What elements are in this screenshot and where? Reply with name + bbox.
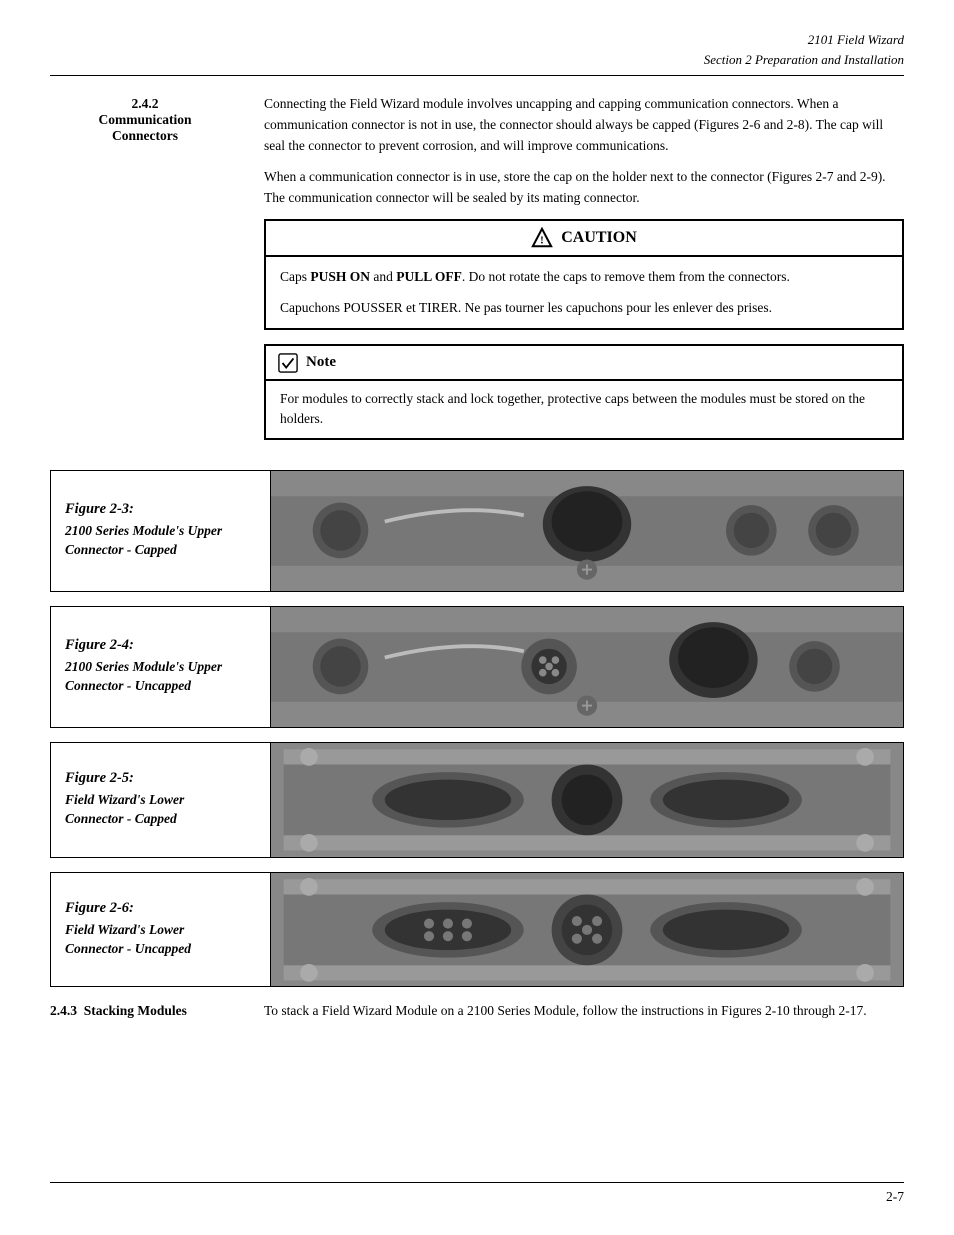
page-number: 2-7 <box>886 1189 904 1205</box>
note-box: Note For modules to correctly stack and … <box>264 344 904 440</box>
header-line2: Section 2 Preparation and Installation <box>50 50 904 70</box>
caution-text1: Caps PUSH ON and PULL OFF. Do not rotate… <box>280 267 888 287</box>
figure-2-3-label: Figure 2-3: 2100 Series Module's UpperCo… <box>51 471 271 591</box>
section-number: 2.4.2 <box>50 96 240 112</box>
paragraph2: When a communication connector is in use… <box>264 167 904 209</box>
stacking-label: 2.4.3 Stacking Modules <box>50 1001 240 1022</box>
pull-off-text: PULL OFF <box>396 269 462 284</box>
paragraph1: Connecting the Field Wizard module invol… <box>264 94 904 157</box>
caution-text2: Capuchons POUSSER et TIRER. Ne pas tourn… <box>280 298 888 318</box>
stacking-number: 2.4.3 <box>50 1003 84 1018</box>
figure-2-3-image <box>271 471 903 591</box>
figures-section: Figure 2-3: 2100 Series Module's UpperCo… <box>50 470 904 988</box>
section-243: 2.4.3 Stacking Modules To stack a Field … <box>50 1001 904 1022</box>
figure-2-6-subtitle: Field Wizard's LowerConnector - Uncapped <box>65 921 256 959</box>
page: 2101 Field Wizard Section 2 Preparation … <box>0 0 954 1235</box>
figure-2-5-label: Figure 2-5: Field Wizard's LowerConnecto… <box>51 743 271 857</box>
figure-2-5-title: Figure 2-5: <box>65 770 256 787</box>
note-header: Note <box>266 346 902 381</box>
header-line1: 2101 Field Wizard <box>50 30 904 50</box>
svg-text:!: ! <box>540 235 544 247</box>
figure-2-4-title: Figure 2-4: <box>65 637 256 654</box>
figure-row-2-6: Figure 2-6: Field Wizard's LowerConnecto… <box>50 872 904 988</box>
page-footer: 2-7 <box>50 1182 904 1205</box>
figure-2-4-label: Figure 2-4: 2100 Series Module's UpperCo… <box>51 607 271 727</box>
caution-header: ! CAUTION <box>266 221 902 258</box>
caution-label: CAUTION <box>561 226 637 251</box>
figure-2-3-subtitle: 2100 Series Module's UpperConnector - Ca… <box>65 522 256 560</box>
section-label: 2.4.2 CommunicationConnectors <box>50 94 240 458</box>
figure-2-3-title: Figure 2-3: <box>65 501 256 518</box>
figure-2-6-label: Figure 2-6: Field Wizard's LowerConnecto… <box>51 873 271 987</box>
figure-row-2-3: Figure 2-3: 2100 Series Module's UpperCo… <box>50 470 904 592</box>
figure-2-4-subtitle: 2100 Series Module's UpperConnector - Un… <box>65 658 256 696</box>
note-text: For modules to correctly stack and lock … <box>280 391 865 426</box>
note-check-icon <box>278 353 298 373</box>
figure-2-6-title: Figure 2-6: <box>65 900 256 917</box>
section-242: 2.4.2 CommunicationConnectors Connecting… <box>50 94 904 458</box>
stacking-text: To stack a Field Wizard Module on a 2100… <box>264 1003 867 1018</box>
section-content: Connecting the Field Wizard module invol… <box>264 94 904 458</box>
stacking-title: Stacking Modules <box>84 1003 187 1018</box>
note-label: Note <box>306 351 336 374</box>
figure-row-2-4: Figure 2-4: 2100 Series Module's UpperCo… <box>50 606 904 728</box>
note-body: For modules to correctly stack and lock … <box>266 381 902 438</box>
caution-triangle-icon: ! <box>531 227 553 249</box>
caution-body: Caps PUSH ON and PULL OFF. Do not rotate… <box>266 257 902 328</box>
figure-2-5-subtitle: Field Wizard's LowerConnector - Capped <box>65 791 256 829</box>
stacking-content: To stack a Field Wizard Module on a 2100… <box>264 1001 904 1022</box>
figure-row-2-5: Figure 2-5: Field Wizard's LowerConnecto… <box>50 742 904 858</box>
figure-2-5-image <box>271 743 903 857</box>
page-header: 2101 Field Wizard Section 2 Preparation … <box>50 30 904 76</box>
figure-2-4-image <box>271 607 903 727</box>
caution-box: ! CAUTION Caps PUSH ON and PULL OFF. Do … <box>264 219 904 330</box>
figure-2-6-image <box>271 873 903 987</box>
push-on-text: PUSH ON <box>310 269 370 284</box>
section-title: CommunicationConnectors <box>50 112 240 144</box>
